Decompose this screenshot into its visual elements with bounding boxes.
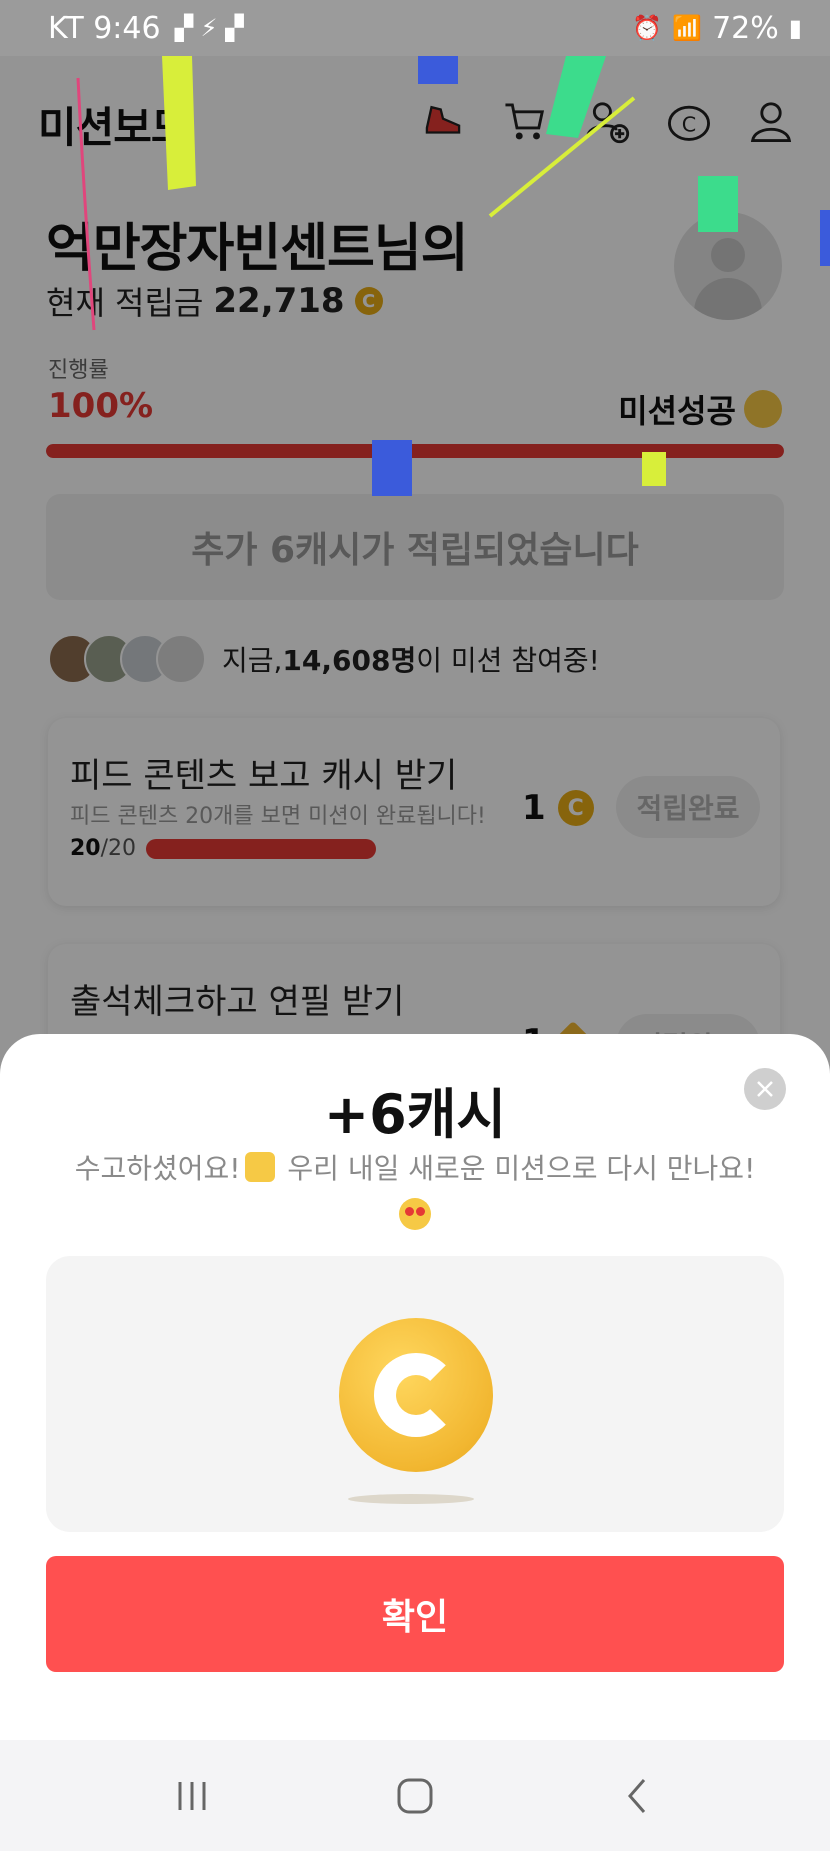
- alarm-icon: ⏰: [632, 14, 663, 42]
- popup-title: +6캐시: [323, 1083, 507, 1146]
- coin-shadow: [348, 1494, 474, 1504]
- home-button[interactable]: [385, 1766, 445, 1826]
- home-icon: [397, 1778, 433, 1813]
- status-bar: KT 9:46 ▞ ⚡ ▞ ⏰ 📶 72% ▮: [0, 0, 830, 56]
- battery-level: 72%: [712, 10, 779, 46]
- coin-illustration: [46, 1256, 784, 1532]
- carrier-time: KT 9:46: [48, 10, 161, 46]
- close-icon: [757, 1081, 773, 1097]
- thumbs-up-icon: [244, 1152, 275, 1182]
- confirm-button[interactable]: 확인: [46, 1556, 784, 1672]
- notification-icons: ▞ ⚡ ▞: [174, 14, 244, 42]
- close-button[interactable]: [744, 1068, 786, 1110]
- recents-button[interactable]: [162, 1766, 222, 1826]
- big-coin-icon: [339, 1318, 493, 1472]
- popup-message-part1: 수고하셨어요!: [74, 1152, 241, 1185]
- star-struck-icon: [399, 1198, 431, 1230]
- back-icon: [628, 1778, 646, 1813]
- recents-icon: [178, 1781, 206, 1810]
- system-nav-bar: [0, 1740, 830, 1851]
- back-button[interactable]: [608, 1766, 668, 1826]
- popup-message-part2: 우리 내일 새로운 미션으로 다시 만나요!: [278, 1152, 756, 1185]
- wifi-icon: 📶: [672, 14, 703, 42]
- battery-icon: ▮: [788, 14, 802, 42]
- popup-message: 수고하셨어요! 우리 내일 새로운 미션으로 다시 만나요!: [46, 1146, 784, 1238]
- reward-popup: +6캐시 수고하셨어요! 우리 내일 새로운 미션으로 다시 만나요! 확인: [0, 1034, 830, 1740]
